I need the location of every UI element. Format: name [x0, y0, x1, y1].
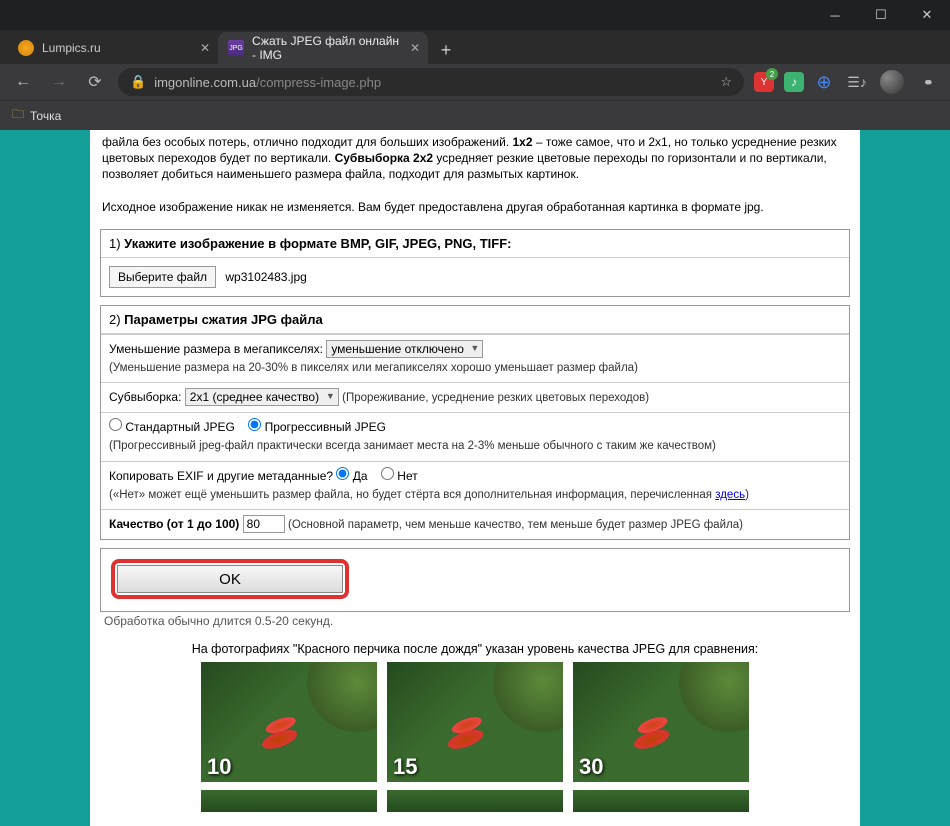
panel-title: 1) Укажите изображение в формате BMP, GI… — [101, 230, 849, 258]
thumb-15: 15 — [387, 662, 563, 782]
panel-params: 2) Параметры сжатия JPG файла Уменьшение… — [100, 305, 850, 540]
intro-text: файла без особых потерь, отлично подходи… — [90, 130, 860, 225]
exif-link[interactable]: здесь — [715, 489, 745, 501]
reading-list-icon[interactable]: ☰♪ — [844, 69, 870, 95]
tab-title: Сжать JPEG файл онлайн - IMG — [252, 34, 400, 62]
radio-progressive[interactable]: Прогрессивный JPEG — [248, 420, 386, 434]
tab-lumpics[interactable]: Lumpics.ru ✕ — [8, 32, 218, 64]
bookmarks-bar: 🗀 Точка — [0, 100, 950, 130]
favicon-lumpics — [18, 40, 34, 56]
thumb-30: 30 — [573, 662, 749, 782]
radio-standard[interactable]: Стандартный JPEG — [109, 420, 235, 434]
ok-highlight: OK — [111, 559, 349, 599]
close-button[interactable]: ✕ — [904, 0, 950, 30]
extension-yandex[interactable]: Y2 — [754, 72, 774, 92]
exif-label: Копировать EXIF и другие метаданные? — [109, 469, 333, 483]
extension-music[interactable]: ♪ — [784, 72, 804, 92]
bookmark-star-icon[interactable]: ☆ — [720, 74, 732, 90]
choose-file-button[interactable]: Выберите файл — [109, 266, 216, 288]
panel-submit: OK — [100, 548, 850, 612]
panel-title: 2) Параметры сжатия JPG файла — [101, 306, 849, 334]
ok-button[interactable]: OK — [117, 565, 343, 593]
file-name-label: wp3102483.jpg — [225, 270, 306, 284]
url-path: /compress-image.php — [256, 75, 381, 90]
compare-thumbs-row2 — [90, 790, 860, 812]
row-exif: Копировать EXIF и другие метаданные? Да … — [101, 461, 849, 509]
extension-globe[interactable]: ⊕ — [814, 72, 834, 92]
exif-hint: («Нет» может ещё уменьшить размер файла,… — [109, 489, 749, 501]
folder-icon: 🗀 — [12, 105, 24, 126]
address-bar: ← → ⟳ 🔒 imgonline.com.ua/compress-image.… — [0, 64, 950, 100]
panel-upload: 1) Укажите изображение в формате BMP, GI… — [100, 229, 850, 297]
tab-title: Lumpics.ru — [42, 41, 101, 55]
reload-button[interactable]: ⟳ — [82, 69, 108, 95]
sub-label: Субвыборка: — [109, 390, 181, 404]
mp-label: Уменьшение размера в мегапикселях: — [109, 342, 323, 356]
processing-hint: Обработка обычно длится 0.5-20 секунд. — [104, 614, 846, 628]
profile-avatar[interactable] — [880, 70, 904, 94]
compare-title: На фотографиях "Красного перчика после д… — [90, 642, 860, 656]
bookmark-folder[interactable]: 🗀 Точка — [12, 105, 61, 126]
sub-select[interactable]: 2x1 (среднее качество) — [185, 388, 339, 406]
radio-yes[interactable]: Да — [336, 469, 367, 483]
mp-select[interactable]: уменьшение отключено — [326, 340, 483, 358]
url-input[interactable]: 🔒 imgonline.com.ua/compress-image.php ☆ — [118, 68, 744, 96]
thumb-partial — [387, 790, 563, 812]
page-viewport[interactable]: файла без особых потерь, отлично подходи… — [0, 130, 950, 826]
bookmark-label: Точка — [30, 109, 61, 123]
back-button[interactable]: ← — [10, 69, 36, 95]
forward-button[interactable]: → — [46, 69, 72, 95]
compare-thumbs: 10 15 30 — [90, 662, 860, 782]
minimize-button[interactable]: ─ — [812, 0, 858, 30]
page-content: файла без особых потерь, отлично подходи… — [90, 130, 860, 826]
thumb-partial — [573, 790, 749, 812]
kebab-menu-icon[interactable]: ● ● ● — [914, 69, 940, 95]
close-icon[interactable]: ✕ — [410, 41, 420, 55]
row-quality: Качество (от 1 до 100) (Основной парамет… — [101, 509, 849, 539]
extension-badge: 2 — [766, 68, 778, 80]
quality-input[interactable] — [243, 515, 285, 533]
lock-icon: 🔒 — [130, 74, 146, 90]
tab-imgonline[interactable]: JPG Сжать JPEG файл онлайн - IMG ✕ — [218, 32, 428, 64]
q-label: Качество (от 1 до 100) — [109, 517, 239, 531]
mp-hint: (Уменьшение размера на 20-30% в пикселях… — [109, 362, 638, 374]
window-titlebar: ─ ☐ ✕ — [0, 0, 950, 30]
new-tab-button[interactable]: + — [432, 36, 460, 64]
row-subsampling: Субвыборка: 2x1 (среднее качество) (Прор… — [101, 382, 849, 412]
sub-hint: (Прореживание, усреднение резких цветовы… — [342, 392, 649, 404]
tab-strip: Lumpics.ru ✕ JPG Сжать JPEG файл онлайн … — [0, 30, 950, 64]
close-icon[interactable]: ✕ — [200, 41, 210, 55]
prog-hint: (Прогрессивный jpeg-файл практически все… — [109, 440, 716, 452]
thumb-10: 10 — [201, 662, 377, 782]
row-megapixels: Уменьшение размера в мегапикселях: умень… — [101, 334, 849, 382]
q-hint: (Основной параметр, чем меньше качество,… — [288, 519, 743, 531]
maximize-button[interactable]: ☐ — [858, 0, 904, 30]
radio-no[interactable]: Нет — [381, 469, 418, 483]
thumb-partial — [201, 790, 377, 812]
url-host: imgonline.com.ua — [154, 75, 256, 90]
row-jpeg-type: Стандартный JPEG Прогрессивный JPEG (Про… — [101, 412, 849, 460]
favicon-imgonline: JPG — [228, 40, 244, 56]
